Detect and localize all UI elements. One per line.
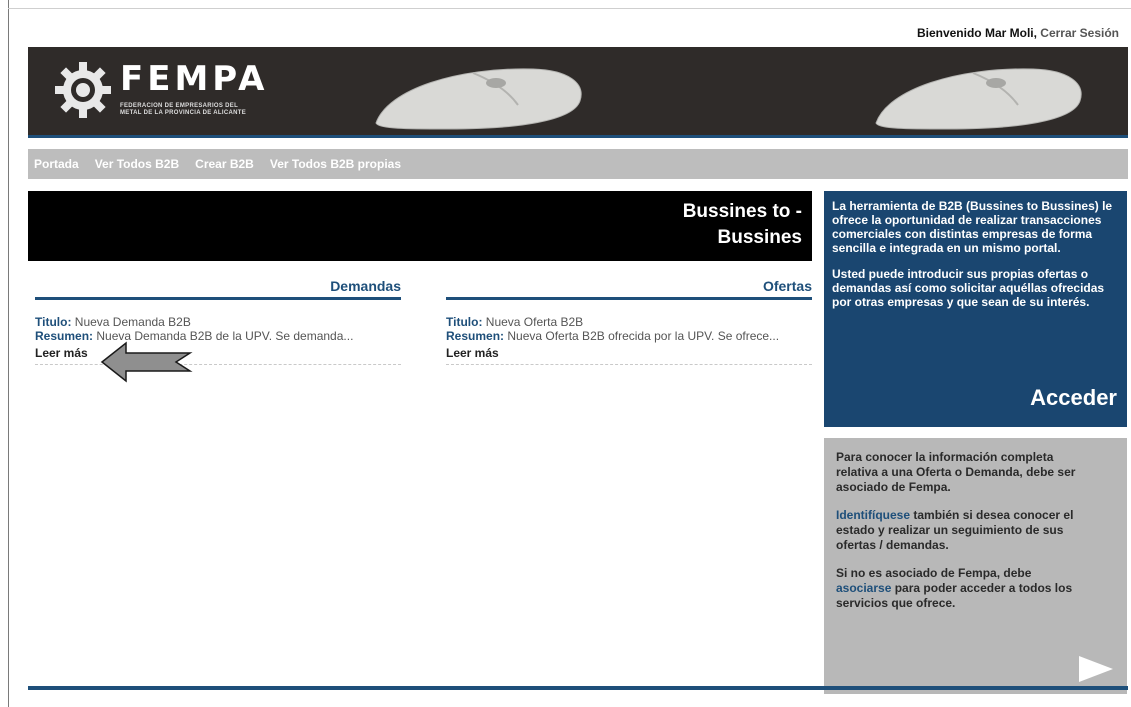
logo-subtitle-line1: FEDERACION DE EMPRESARIOS DEL (120, 103, 239, 109)
list-item: Titulo: Nueva Demanda B2B Resumen: Nueva… (35, 315, 401, 365)
page-frame-top (8, 8, 1131, 9)
nav-item-crear-b2b[interactable]: Crear B2B (195, 149, 254, 179)
associate-paragraph: Si no es asociado de Fempa, debe asociar… (836, 566, 1079, 611)
oferta-title-value: Nueva Oferta B2B (485, 315, 584, 329)
logo-subtitle: FEDERACION DE EMPRESARIOS DEL METAL DE L… (120, 103, 246, 117)
demanda-summary-row: Resumen: Nueva Demanda B2B de la UPV. Se… (35, 329, 401, 343)
page-title: Bussines to - Bussines (28, 191, 812, 261)
left-arrow-annotation-icon (100, 341, 193, 383)
page-frame-left (8, 0, 9, 707)
play-arrow-icon[interactable] (1079, 656, 1113, 682)
oferta-summary-row: Resumen: Nueva Oferta B2B ofrecida por l… (446, 329, 812, 343)
ofertas-heading: Ofertas (446, 278, 812, 300)
list-item: Titulo: Nueva Oferta B2B Resumen: Nueva … (446, 315, 812, 365)
welcome-bar: Bienvenido Mar Moli, Cerrar Sesión (917, 26, 1119, 40)
demanda-read-more-link[interactable]: Leer más (35, 346, 401, 365)
oferta-summary-value: Nueva Oferta B2B ofrecida por la UPV. Se… (507, 329, 780, 343)
oferta-summary-label: Resumen: (446, 329, 505, 343)
ofertas-column: Ofertas Titulo: Nueva Oferta B2B Resumen… (446, 278, 812, 365)
oferta-title-row: Titulo: Nueva Oferta B2B (446, 315, 812, 329)
demanda-title-label: Titulo: (35, 315, 72, 329)
footer-divider (28, 686, 1128, 690)
identify-link[interactable]: Identifíquese (836, 508, 910, 522)
identify-paragraph: Identifíquese también si desea conocer e… (836, 508, 1079, 553)
main-nav: Portada Ver Todos B2B Crear B2B Ver Todo… (28, 149, 1128, 179)
associate-link[interactable]: asociarse (836, 581, 891, 595)
b2b-usage-text: Usted puede introducir sus propias ofert… (832, 267, 1105, 309)
header-banner: FEMPA FEDERACION DE EMPRESARIOS DEL META… (28, 47, 1128, 138)
logo-title: FEMPA (120, 59, 269, 99)
demanda-summary-label: Resumen: (35, 329, 94, 343)
demanda-title-value: Nueva Demanda B2B (74, 315, 191, 329)
welcome-text: Bienvenido Mar Moli, (916, 26, 1037, 40)
member-info-text: Para conocer la información completa rel… (836, 450, 1076, 494)
b2b-info-panel: La herramienta de B2B (Bussines to Bussi… (824, 191, 1127, 427)
demandas-heading: Demandas (35, 278, 401, 300)
nav-item-portada[interactable]: Portada (34, 149, 79, 179)
computer-mouse-icon (375, 68, 582, 130)
demandas-column: Demandas Titulo: Nueva Demanda B2B Resum… (35, 278, 401, 365)
nav-item-ver-todos-b2b-propias[interactable]: Ver Todos B2B propias (270, 149, 401, 179)
nav-item-ver-todos-b2b[interactable]: Ver Todos B2B (95, 149, 179, 179)
oferta-title-label: Titulo: (446, 315, 483, 329)
oferta-read-more-link[interactable]: Leer más (446, 346, 812, 365)
page-title-line1: Bussines to - (682, 201, 802, 222)
b2b-intro-text: La herramienta de B2B (Bussines to Bussi… (832, 199, 1113, 255)
access-button[interactable]: Acceder (1030, 387, 1117, 409)
page-title-line2: Bussines (717, 227, 802, 248)
computer-mouse-icon-2 (875, 68, 1082, 130)
logout-link[interactable]: Cerrar Sesión (1040, 26, 1119, 40)
gear-logo-icon (55, 62, 111, 118)
member-info-panel: Para conocer la información completa rel… (824, 438, 1127, 694)
logo-subtitle-line2: METAL DE LA PROVINCIA DE ALICANTE (120, 110, 247, 116)
associate-text-start: Si no es asociado de Fempa, debe (836, 566, 1032, 580)
demanda-title-row: Titulo: Nueva Demanda B2B (35, 315, 401, 329)
